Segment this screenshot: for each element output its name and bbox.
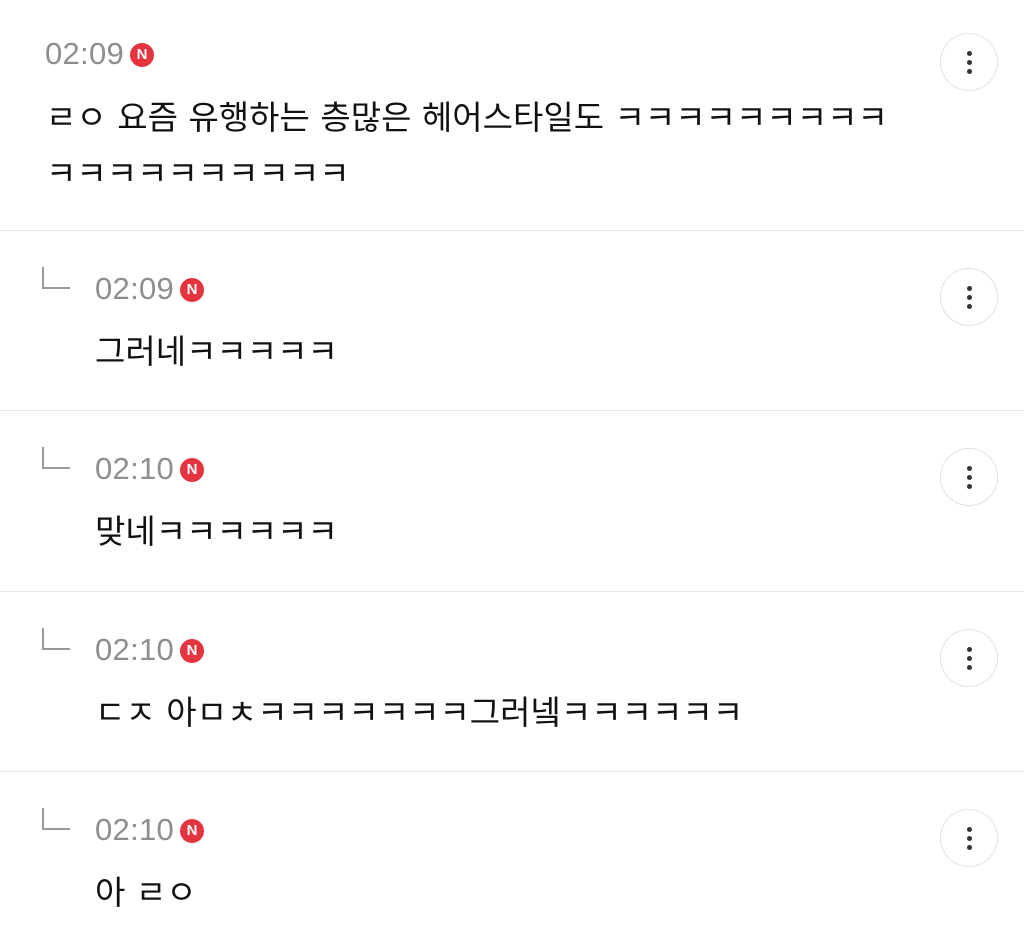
- more-vertical-icon-dot: [966, 303, 972, 309]
- comment-item: 02:09 N ㄹㅇ 요즘 유행하는 층많은 헤어스타일도 ㅋㅋㅋㅋㅋㅋㅋㅋㅋㅋ…: [0, 0, 1024, 231]
- more-vertical-icon-dot: [966, 59, 972, 65]
- more-vertical-icon: [966, 50, 972, 56]
- more-options-button[interactable]: [940, 629, 998, 687]
- new-badge-icon: N: [130, 43, 155, 67]
- comment-time: 02:10: [95, 812, 175, 847]
- new-badge-icon: N: [180, 819, 205, 843]
- more-vertical-icon-dot: [966, 483, 972, 489]
- comment-text: 아 ㄹㅇ: [95, 873, 197, 912]
- more-vertical-icon-dot: [966, 294, 972, 300]
- more-vertical-icon: [966, 826, 972, 832]
- new-badge-icon: N: [180, 458, 205, 482]
- more-options-button[interactable]: [940, 33, 998, 91]
- comment-text: ㄹㅇ 요즘 유행하는 층많은 헤어스타일도 ㅋㅋㅋㅋㅋㅋㅋㅋㅋㅋㅋㅋㅋㅋㅋㅋㅋㅋ…: [46, 98, 888, 193]
- comment-text: 그러네ㅋㅋㅋㅋㅋ: [95, 332, 338, 371]
- comment-text: ㄷㅈ 아ㅁㅊㅋㅋㅋㅋㅋㅋㅋ그러넼ㅋㅋㅋㅋㅋㅋ: [95, 693, 744, 732]
- more-vertical-icon: [966, 285, 972, 291]
- more-vertical-icon-dot: [966, 835, 972, 841]
- comment-text: 맞네ㅋㅋㅋㅋㅋㅋ: [95, 512, 338, 551]
- reply-arrow-icon: [42, 808, 70, 830]
- comment-meta: 02:09 N: [95, 269, 205, 309]
- more-vertical-icon: [966, 646, 972, 652]
- more-vertical-icon-dot: [966, 844, 972, 850]
- more-vertical-icon-dot: [966, 68, 972, 74]
- more-vertical-icon: [966, 465, 972, 471]
- reply-item: 02:10 N ㄷㅈ 아ㅁㅊㅋㅋㅋㅋㅋㅋㅋ그러넼ㅋㅋㅋㅋㅋㅋ: [0, 592, 1024, 772]
- comment-meta: 02:09 N: [45, 34, 155, 74]
- more-options-button[interactable]: [940, 448, 998, 506]
- new-badge-icon: N: [180, 278, 205, 302]
- comment-meta: 02:10 N: [95, 449, 205, 489]
- new-badge-icon: N: [180, 639, 205, 663]
- more-vertical-icon-dot: [966, 664, 972, 670]
- reply-arrow-icon: [42, 267, 70, 289]
- comment-time: 02:09: [45, 36, 125, 71]
- comment-time: 02:10: [95, 632, 175, 667]
- reply-item: 02:09 N 그러네ㅋㅋㅋㅋㅋ: [0, 231, 1024, 411]
- more-vertical-icon-dot: [966, 655, 972, 661]
- reply-arrow-icon: [42, 447, 70, 469]
- comment-meta: 02:10 N: [95, 810, 205, 850]
- comment-time: 02:10: [95, 451, 175, 486]
- reply-arrow-icon: [42, 628, 70, 650]
- comment-list: 02:09 N ㄹㅇ 요즘 유행하는 층많은 헤어스타일도 ㅋㅋㅋㅋㅋㅋㅋㅋㅋㅋ…: [0, 0, 1024, 950]
- reply-item: 02:10 N 아 ㄹㅇ: [0, 772, 1024, 950]
- more-vertical-icon-dot: [966, 474, 972, 480]
- reply-item: 02:10 N 맞네ㅋㅋㅋㅋㅋㅋ: [0, 411, 1024, 592]
- more-options-button[interactable]: [940, 809, 998, 867]
- comment-meta: 02:10 N: [95, 630, 205, 670]
- more-options-button[interactable]: [940, 268, 998, 326]
- comment-time: 02:09: [95, 271, 175, 306]
